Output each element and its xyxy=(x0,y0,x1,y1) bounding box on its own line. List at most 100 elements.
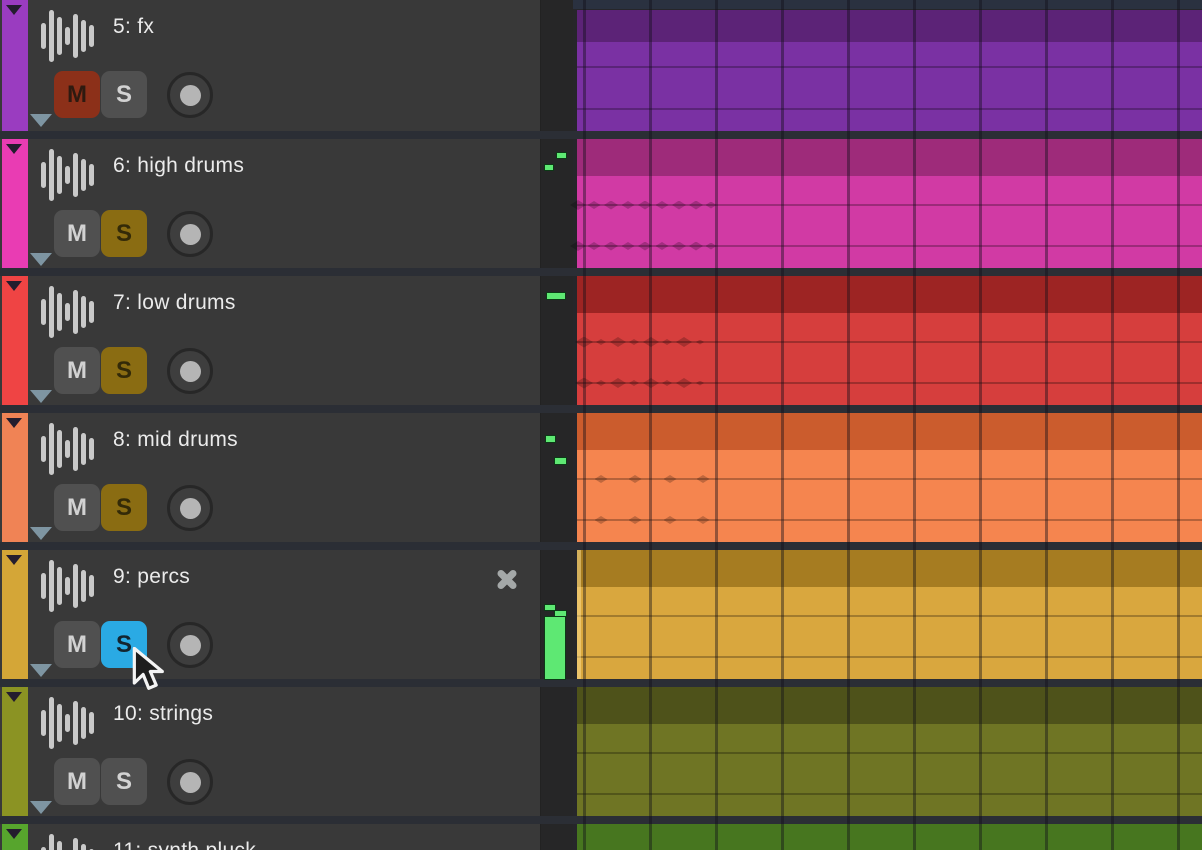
collapse-track-arrow[interactable] xyxy=(30,527,52,540)
strip-corner-triangle-icon xyxy=(6,555,22,565)
level-meter xyxy=(544,164,554,171)
record-arm-button[interactable] xyxy=(167,72,213,118)
strip-corner-triangle-icon xyxy=(6,144,22,154)
track-waveform-icon xyxy=(41,560,97,612)
waveform-transient xyxy=(570,200,586,210)
waveform-transient xyxy=(662,380,672,386)
solo-button[interactable]: S xyxy=(101,347,147,394)
record-arm-button[interactable] xyxy=(167,211,213,257)
mute-button[interactable]: M xyxy=(54,758,100,805)
clip-channel-line xyxy=(577,108,1202,110)
track-separator xyxy=(0,679,1202,687)
waveform-transient xyxy=(638,242,652,251)
waveform-transient xyxy=(706,243,717,250)
audio-clip[interactable] xyxy=(577,139,1202,268)
record-dot-icon xyxy=(180,361,201,382)
mute-button[interactable]: M xyxy=(54,621,100,668)
arrange-top-separator xyxy=(573,0,1202,9)
mute-button[interactable]: M xyxy=(54,347,100,394)
track-separator xyxy=(0,816,1202,824)
track-color-strip[interactable] xyxy=(2,687,28,816)
waveform-transient xyxy=(697,516,710,524)
clip-title-band xyxy=(577,824,1202,850)
solo-button[interactable]: S xyxy=(101,758,147,805)
waveform-transient xyxy=(622,201,635,209)
record-arm-button[interactable] xyxy=(167,348,213,394)
track-name-label[interactable]: 5: fx xyxy=(113,14,154,40)
clip-channel-line xyxy=(577,66,1202,68)
audio-clip[interactable] xyxy=(577,824,1202,850)
collapse-track-arrow[interactable] xyxy=(30,801,52,814)
track-waveform-icon xyxy=(41,149,97,201)
record-dot-icon xyxy=(180,635,201,656)
waveform-transient xyxy=(662,339,672,345)
close-icon[interactable] xyxy=(495,567,519,591)
waveform-transient xyxy=(596,380,606,386)
clip-channel-line xyxy=(577,793,1202,795)
record-arm-button[interactable] xyxy=(167,622,213,668)
audio-clip[interactable] xyxy=(577,687,1202,816)
audio-clip[interactable] xyxy=(577,550,1202,679)
collapse-track-arrow[interactable] xyxy=(30,664,52,677)
track-color-strip[interactable] xyxy=(2,413,28,542)
waveform-transient xyxy=(595,516,608,524)
track-name-label[interactable]: 7: low drums xyxy=(113,290,236,316)
track-waveform-icon xyxy=(41,697,97,749)
track-waveform-icon xyxy=(41,423,97,475)
waveform-transient xyxy=(643,337,659,347)
waveform-transient xyxy=(664,516,677,524)
track-name-label[interactable]: 11: synth pluck xyxy=(113,838,256,850)
track-name-label[interactable]: 10: strings xyxy=(113,701,213,727)
collapse-track-arrow[interactable] xyxy=(30,253,52,266)
audio-clip[interactable] xyxy=(577,276,1202,405)
waveform-transient xyxy=(575,378,593,389)
track-name-label[interactable]: 9: percs xyxy=(113,564,190,590)
track-name-label[interactable]: 6: high drums xyxy=(113,153,244,179)
record-arm-button[interactable] xyxy=(167,485,213,531)
waveform-transient xyxy=(629,339,639,345)
track-separator xyxy=(0,405,1202,413)
waveform-transient xyxy=(672,201,686,210)
solo-button[interactable]: S xyxy=(101,210,147,257)
level-meter xyxy=(546,292,566,300)
mute-button[interactable]: M xyxy=(54,210,100,257)
record-dot-icon xyxy=(180,772,201,793)
clip-channel-line xyxy=(577,752,1202,754)
waveform-transient xyxy=(622,242,635,250)
waveform-transient xyxy=(656,201,669,209)
track-color-strip[interactable] xyxy=(2,276,28,405)
clip-title-band xyxy=(577,550,1202,587)
waveform-transient xyxy=(664,475,677,483)
audio-clip[interactable] xyxy=(577,10,1202,131)
clip-channel-line xyxy=(577,204,1202,206)
strip-corner-triangle-icon xyxy=(6,692,22,702)
track-separator xyxy=(0,268,1202,276)
level-meter xyxy=(544,616,566,680)
mute-button[interactable]: M xyxy=(54,71,100,118)
mute-button[interactable]: M xyxy=(54,484,100,531)
track-row: 8: mid drums MS xyxy=(0,413,1202,542)
solo-button[interactable]: S xyxy=(101,71,147,118)
audio-clip[interactable] xyxy=(577,413,1202,542)
solo-button[interactable]: S xyxy=(101,484,147,531)
track-color-strip[interactable] xyxy=(2,0,28,131)
waveform-transient xyxy=(676,378,692,388)
strip-corner-triangle-icon xyxy=(6,5,22,15)
collapse-track-arrow[interactable] xyxy=(30,390,52,403)
level-meter xyxy=(554,457,567,465)
track-color-strip[interactable] xyxy=(2,550,28,679)
clip-title-band xyxy=(577,276,1202,313)
strip-corner-triangle-icon xyxy=(6,281,22,291)
clip-title-band xyxy=(577,139,1202,176)
waveform-transient xyxy=(689,242,703,251)
collapse-track-arrow[interactable] xyxy=(30,114,52,127)
track-name-label[interactable]: 8: mid drums xyxy=(113,427,238,453)
waveform-transient xyxy=(629,380,639,386)
level-meter xyxy=(545,435,556,443)
waveform-transient xyxy=(643,378,659,388)
clip-channel-line xyxy=(577,245,1202,247)
record-arm-button[interactable] xyxy=(167,759,213,805)
track-color-strip[interactable] xyxy=(2,139,28,268)
track-separator xyxy=(0,131,1202,139)
track-row: 9: percsMS xyxy=(0,550,1202,679)
